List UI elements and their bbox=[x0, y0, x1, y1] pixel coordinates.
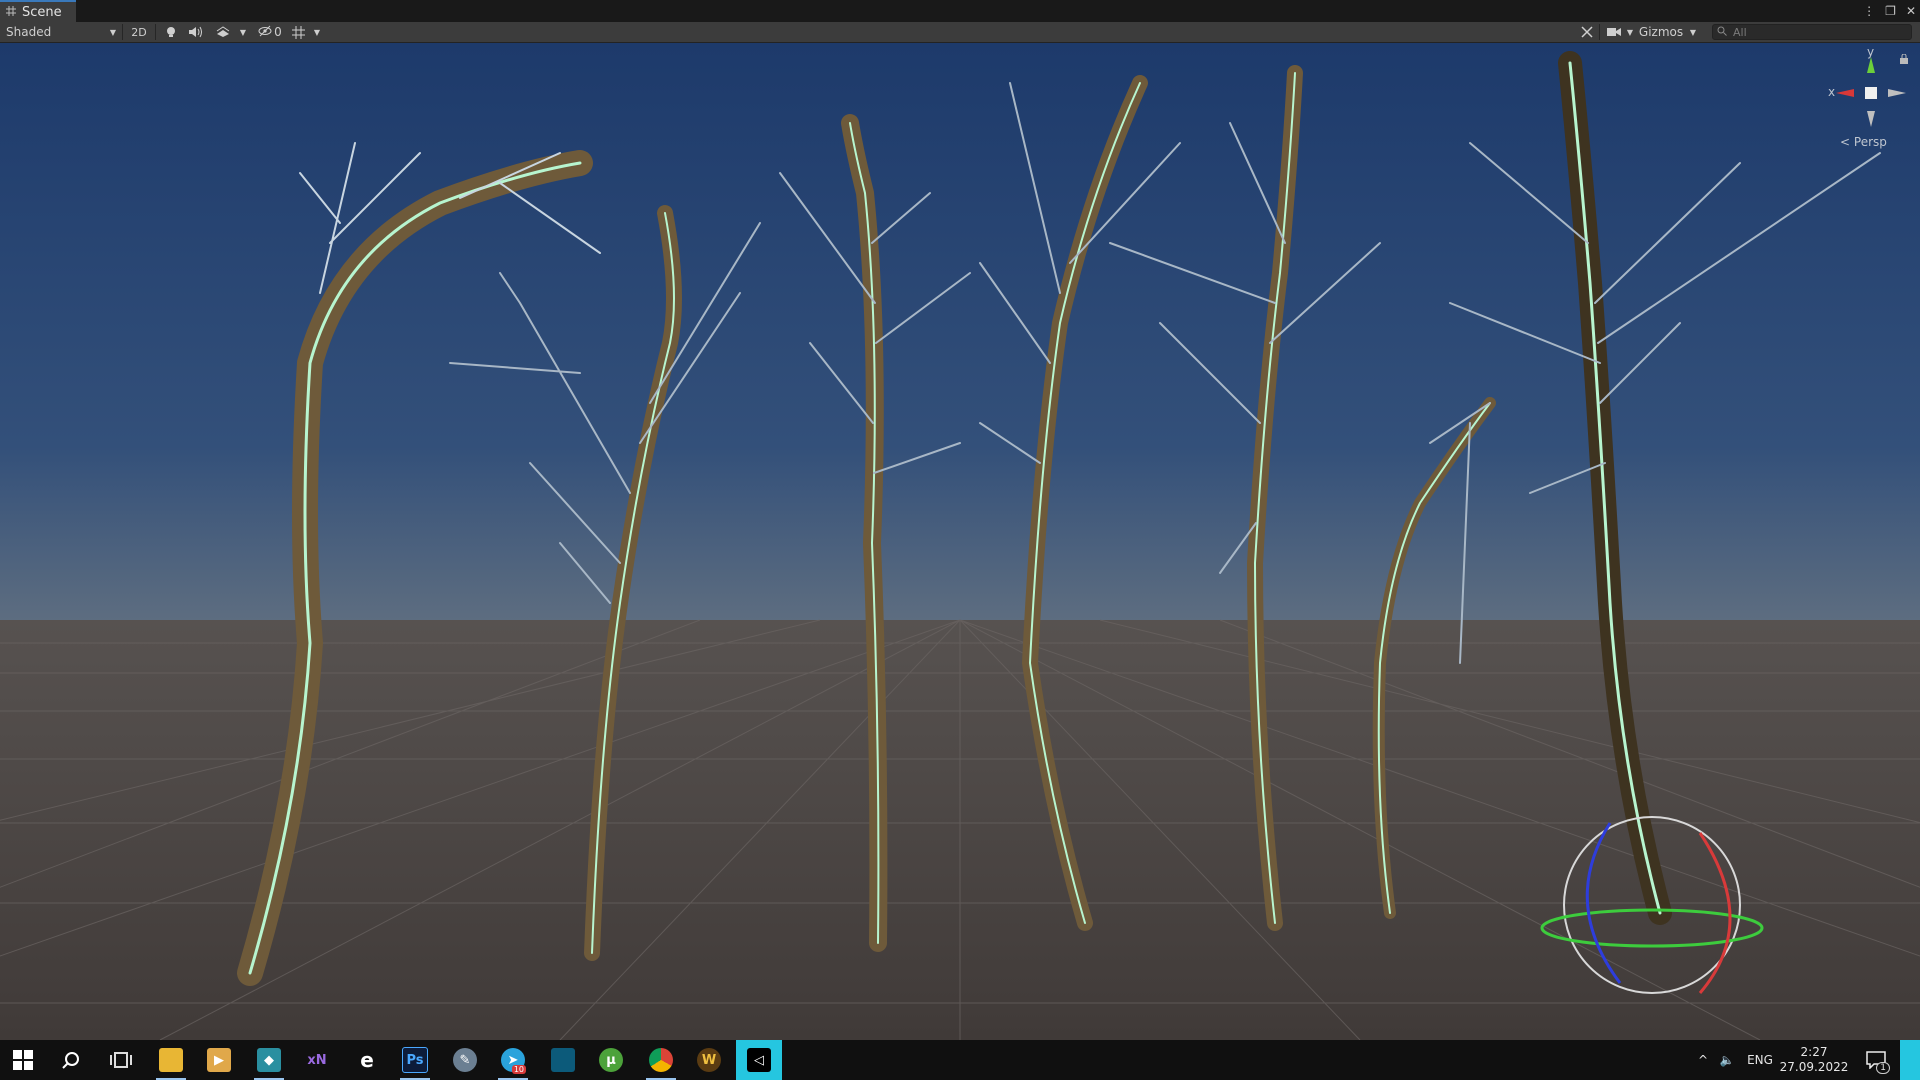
warcraft-icon[interactable]: W bbox=[686, 1040, 732, 1080]
utorrent-icon[interactable]: µ bbox=[588, 1040, 634, 1080]
gizmos-button[interactable]: Gizmos bbox=[1638, 23, 1684, 41]
search-icon bbox=[1717, 26, 1727, 39]
search-taskbar-icon[interactable] bbox=[48, 1040, 94, 1080]
hidden-objects-toggle[interactable]: 0 bbox=[255, 23, 285, 41]
lighting-toggle-icon[interactable] bbox=[160, 23, 182, 41]
tab-scene[interactable]: Scene bbox=[0, 0, 76, 22]
paint-icon[interactable]: ✎ bbox=[442, 1040, 488, 1080]
tab-label: Scene bbox=[22, 4, 62, 20]
eye-slash-icon bbox=[258, 25, 272, 40]
effects-dropdown-icon[interactable]: ▼ bbox=[236, 23, 250, 41]
ps-alt-icon[interactable] bbox=[540, 1040, 586, 1080]
show-desktop-button[interactable] bbox=[1900, 1040, 1920, 1080]
start-icon[interactable] bbox=[0, 1040, 46, 1080]
camera-dropdown-icon[interactable]: ▼ bbox=[1624, 23, 1636, 41]
scene-render bbox=[0, 43, 1920, 1040]
maximize-icon[interactable]: ❐ bbox=[1885, 4, 1896, 18]
audio-toggle-icon[interactable] bbox=[184, 23, 206, 41]
volume-icon[interactable]: 🔈 bbox=[1716, 1040, 1738, 1080]
warcraft-label: W bbox=[697, 1048, 721, 1072]
grid-toggle-icon[interactable] bbox=[288, 23, 308, 41]
toggle-2d-button[interactable]: 2D bbox=[126, 23, 152, 41]
scene-toolbar: Shaded ▼ 2D ▼ 0 ▼ ▼ Gizmos ▼ All bbox=[0, 22, 1920, 43]
xnview-icon[interactable]: xN bbox=[294, 1040, 340, 1080]
draw-mode-label: Shaded bbox=[6, 25, 52, 39]
camera-icon[interactable] bbox=[1604, 23, 1624, 41]
photoshop-label: Ps bbox=[402, 1047, 428, 1073]
lock-icon[interactable] bbox=[1900, 53, 1908, 67]
language-indicator[interactable]: ENG bbox=[1742, 1040, 1778, 1080]
tray-expand-icon[interactable]: ^ bbox=[1692, 1040, 1714, 1080]
chevron-down-icon: ▼ bbox=[109, 27, 116, 37]
grid-dropdown-icon[interactable]: ▼ bbox=[310, 23, 324, 41]
hidden-count: 0 bbox=[274, 25, 282, 39]
gizmos-dropdown-icon[interactable]: ▼ bbox=[1686, 23, 1700, 41]
edge-icon[interactable]: e bbox=[344, 1040, 390, 1080]
media-player-icon[interactable]: ▶ bbox=[196, 1040, 242, 1080]
notifications-icon[interactable]: 1 bbox=[1856, 1040, 1896, 1080]
unity-icon[interactable]: ◁ bbox=[736, 1040, 782, 1080]
close-icon[interactable]: ✕ bbox=[1906, 4, 1916, 18]
3d-app-icon[interactable]: ◆ bbox=[246, 1040, 292, 1080]
taskbar: ▶ ◆ xN e Ps ✎ ➤ 10 µ W ◁ ^ 🔈 ENG 2:27 27… bbox=[0, 1040, 1920, 1080]
scene-viewport[interactable]: x y < Persp bbox=[0, 43, 1920, 1040]
axis-x-label: x bbox=[1828, 85, 1836, 99]
search-placeholder: All bbox=[1733, 25, 1747, 39]
search-field[interactable]: All bbox=[1712, 24, 1912, 40]
projection-text: Persp bbox=[1853, 135, 1887, 149]
xnview-label: xN bbox=[307, 1052, 327, 1068]
scene-grid-icon bbox=[6, 5, 16, 20]
telegram-badge: 10 bbox=[511, 1065, 526, 1074]
photoshop-icon[interactable]: Ps bbox=[392, 1040, 438, 1080]
draw-mode-dropdown[interactable]: Shaded ▼ bbox=[2, 23, 120, 41]
tools-icon[interactable] bbox=[1578, 23, 1596, 41]
clock-time: 2:27 bbox=[1800, 1045, 1828, 1059]
chrome-icon[interactable] bbox=[638, 1040, 684, 1080]
tab-bar: Scene ⋮ ❐ ✕ bbox=[0, 0, 1920, 22]
effects-toggle-icon[interactable] bbox=[210, 23, 236, 41]
edge-label: e bbox=[360, 1048, 374, 1072]
clock[interactable]: 2:27 27.09.2022 bbox=[1779, 1040, 1849, 1080]
persp-indicator-icon: < bbox=[1840, 135, 1851, 149]
clock-date: 27.09.2022 bbox=[1779, 1060, 1849, 1074]
notification-count: 1 bbox=[1876, 1062, 1890, 1074]
telegram-icon[interactable]: ➤ 10 bbox=[490, 1040, 536, 1080]
task-view-icon[interactable] bbox=[98, 1040, 144, 1080]
more-icon[interactable]: ⋮ bbox=[1863, 4, 1875, 18]
projection-label[interactable]: < Persp bbox=[1840, 135, 1887, 149]
file-explorer-icon[interactable] bbox=[148, 1040, 194, 1080]
axis-y-label: y bbox=[1867, 45, 1875, 59]
